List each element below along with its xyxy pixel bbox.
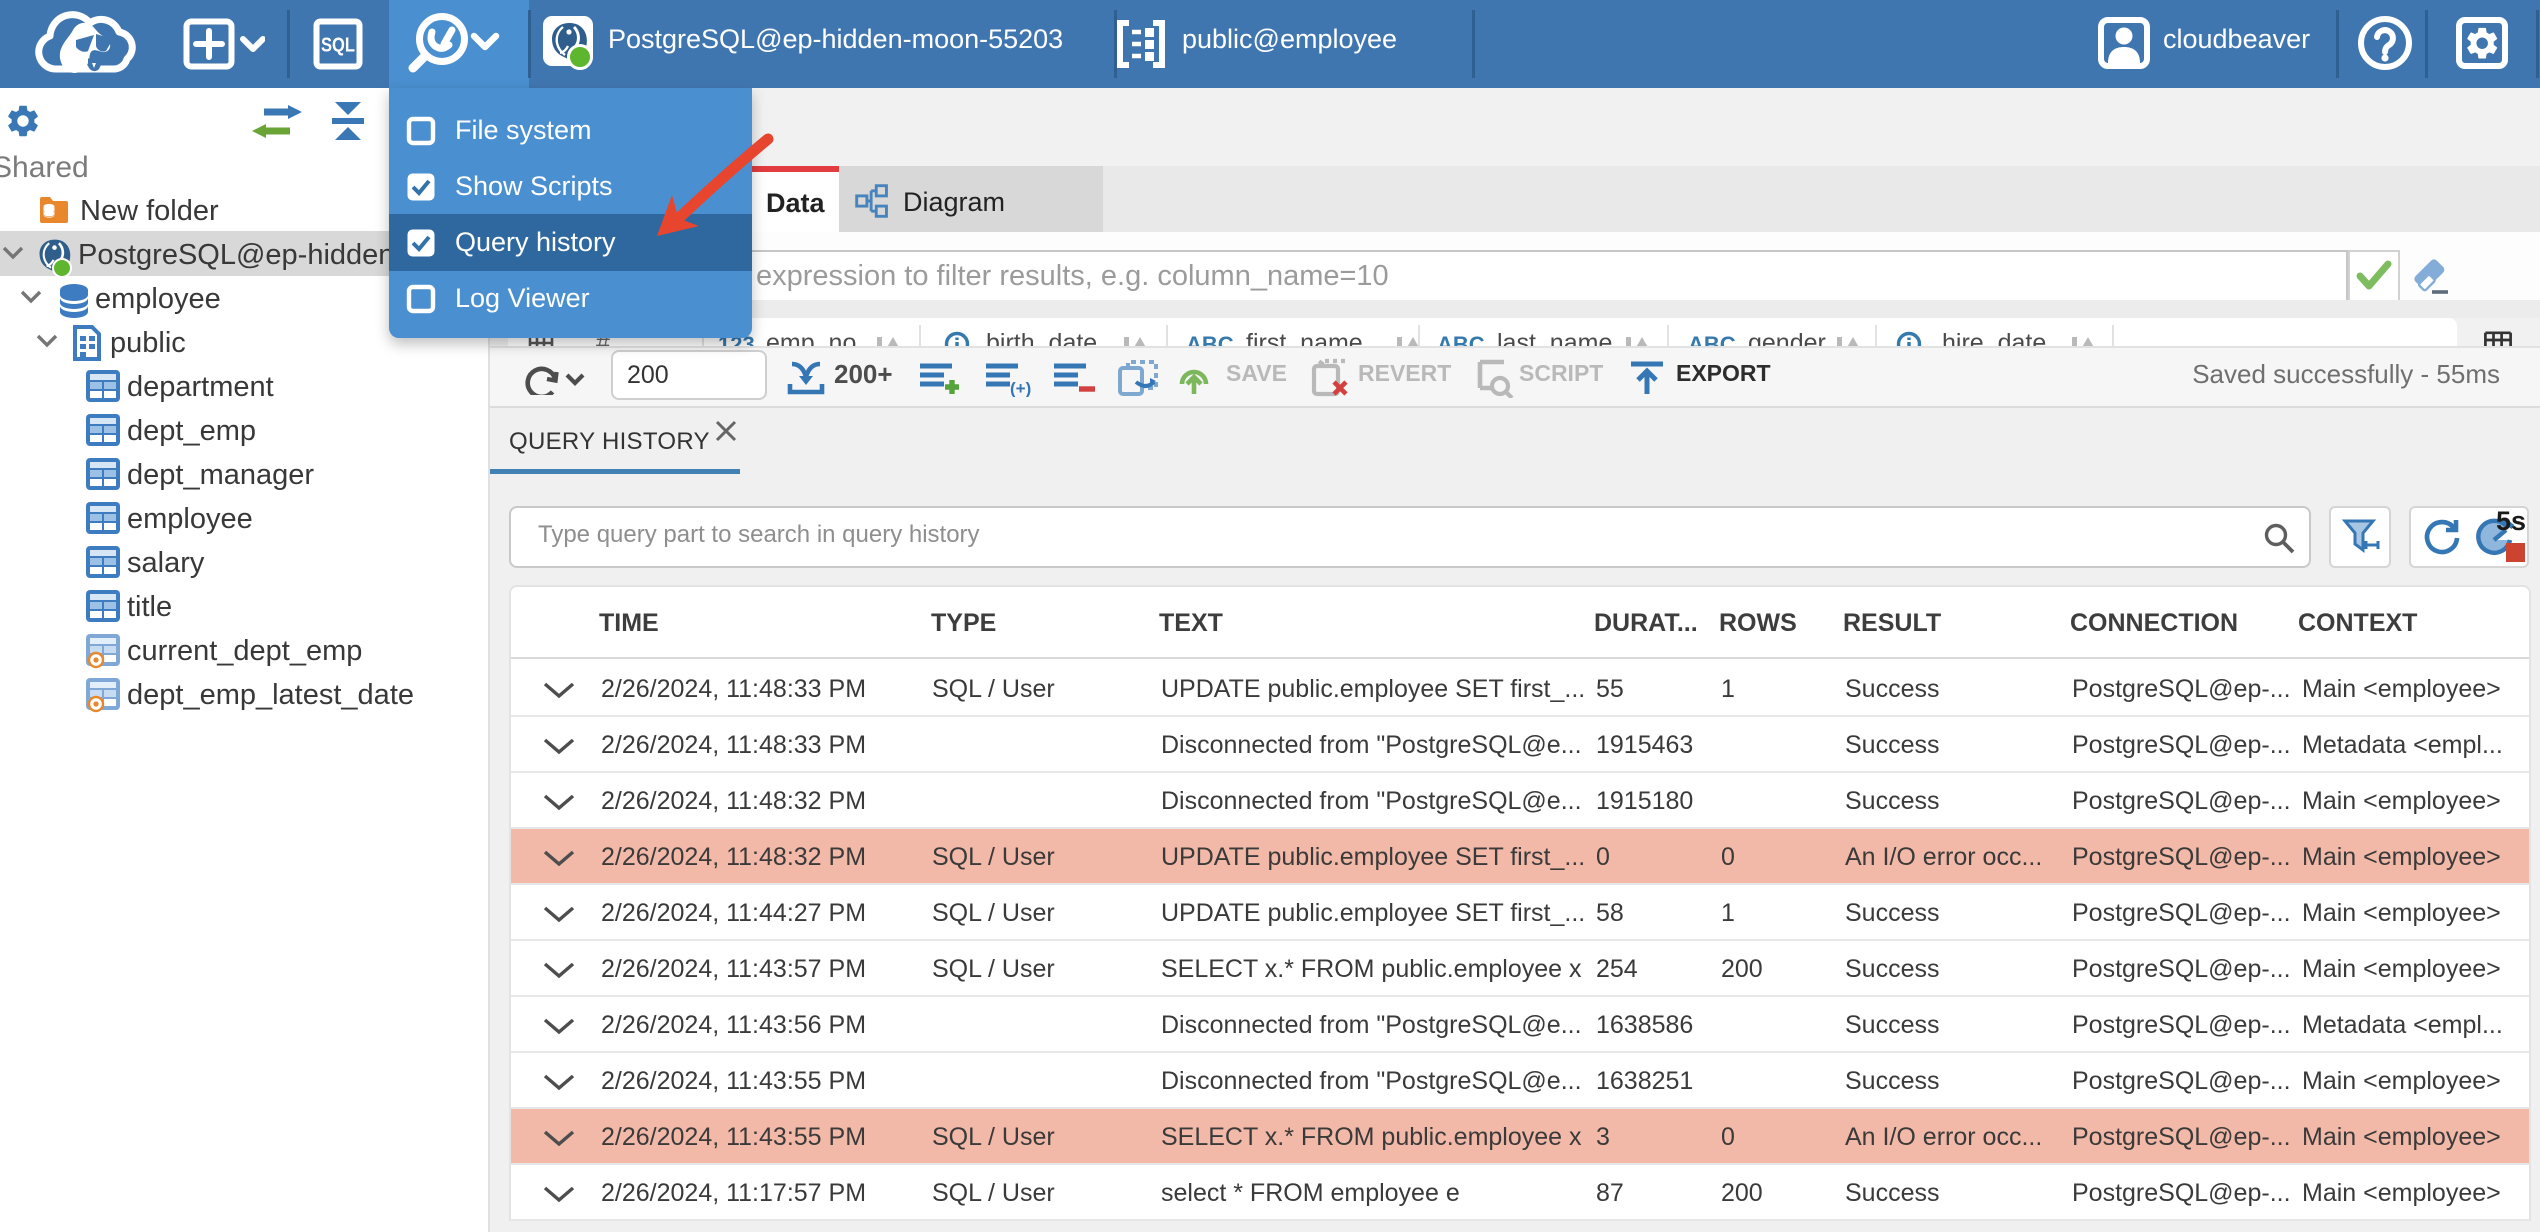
svg-text:(+): (+) bbox=[1010, 379, 1031, 397]
svg-text:SQL: SQL bbox=[321, 35, 355, 57]
